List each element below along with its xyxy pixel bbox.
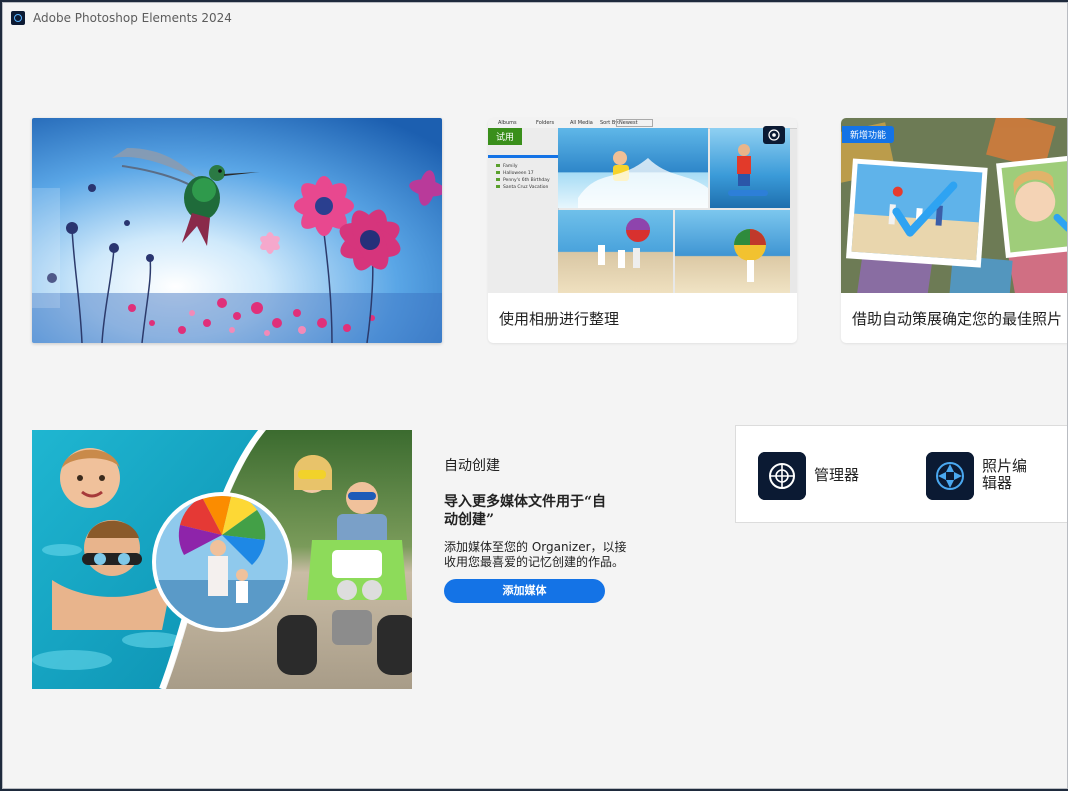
mock-album-item: Santa Cruz Vacation	[496, 185, 548, 190]
organizer-launch-button[interactable]: 管理器	[758, 452, 908, 500]
mock-album-item: Penny's 6th Birthday	[496, 178, 550, 183]
auto-curate-card-thumbnail: 新增功能	[841, 118, 1067, 293]
auto-curate-card-caption: 借助自动策展确定您的最佳照片	[852, 310, 1063, 328]
try-badge: 试用	[488, 128, 523, 145]
albums-feature-card[interactable]: Albums Folders All Media Sort By: Newest…	[488, 118, 797, 343]
organizer-mockup: Albums Folders All Media Sort By: Newest…	[488, 118, 797, 293]
hummingbird-flowers-image	[32, 118, 442, 343]
albums-card-thumbnail: Albums Folders All Media Sort By: Newest…	[488, 118, 797, 293]
mock-tab-albums: Albums	[498, 120, 517, 126]
albums-card-caption: 使用相册进行整理	[499, 310, 620, 328]
add-media-button[interactable]: 添加媒体	[444, 579, 605, 603]
launch-panel: 管理器 照片编辑器	[735, 425, 1067, 523]
title-bar[interactable]: Adobe Photoshop Elements 2024	[3, 3, 1067, 33]
mock-selection-bar	[488, 155, 558, 158]
auto-creation-heading: 自动创建	[444, 458, 500, 474]
auto-creation-description: 添加媒体至您的 Organizer，以接收用您最喜爱的记忆创建的作品。	[444, 540, 627, 569]
mock-tab-folders: Folders	[536, 120, 555, 126]
mock-photo-family	[558, 210, 673, 293]
organizer-mockup-sidebar: Family Halloween 17 Penny's 6th Birthday…	[488, 128, 559, 293]
mock-photo-umbrella	[675, 210, 790, 293]
window-title: Adobe Photoshop Elements 2024	[33, 11, 232, 25]
mock-photo-splash	[558, 128, 708, 208]
auto-creation-collage[interactable]	[32, 430, 412, 689]
app-window: Adobe Photoshop Elements 2024 Albums Fol…	[2, 2, 1068, 789]
organizer-mockup-grid	[558, 128, 797, 293]
auto-curate-overlay-icon	[763, 126, 785, 144]
photoshop-elements-app-icon	[11, 11, 25, 25]
new-feature-badge: 新增功能	[842, 126, 895, 143]
organizer-label: 管理器	[814, 466, 860, 484]
auto-creation-title: 导入更多媒体文件用于“自动创建”	[444, 494, 607, 528]
auto-curate-feature-card[interactable]: 新增功能 借助自动策展确定您的最佳照片	[841, 118, 1067, 343]
organizer-icon	[758, 452, 806, 500]
photo-editor-launch-button[interactable]: 照片编辑器	[926, 452, 1066, 500]
mock-sort-select: Newest	[616, 119, 653, 127]
hero-banner[interactable]	[32, 118, 442, 343]
mock-all-media: All Media	[570, 120, 593, 126]
curated-photos-collage	[841, 118, 1067, 293]
mock-album-item: Halloween 17	[496, 171, 534, 176]
mock-album-item: Family	[496, 164, 517, 169]
photo-editor-icon	[926, 452, 974, 500]
photo-editor-label: 照片编辑器	[982, 457, 1028, 492]
